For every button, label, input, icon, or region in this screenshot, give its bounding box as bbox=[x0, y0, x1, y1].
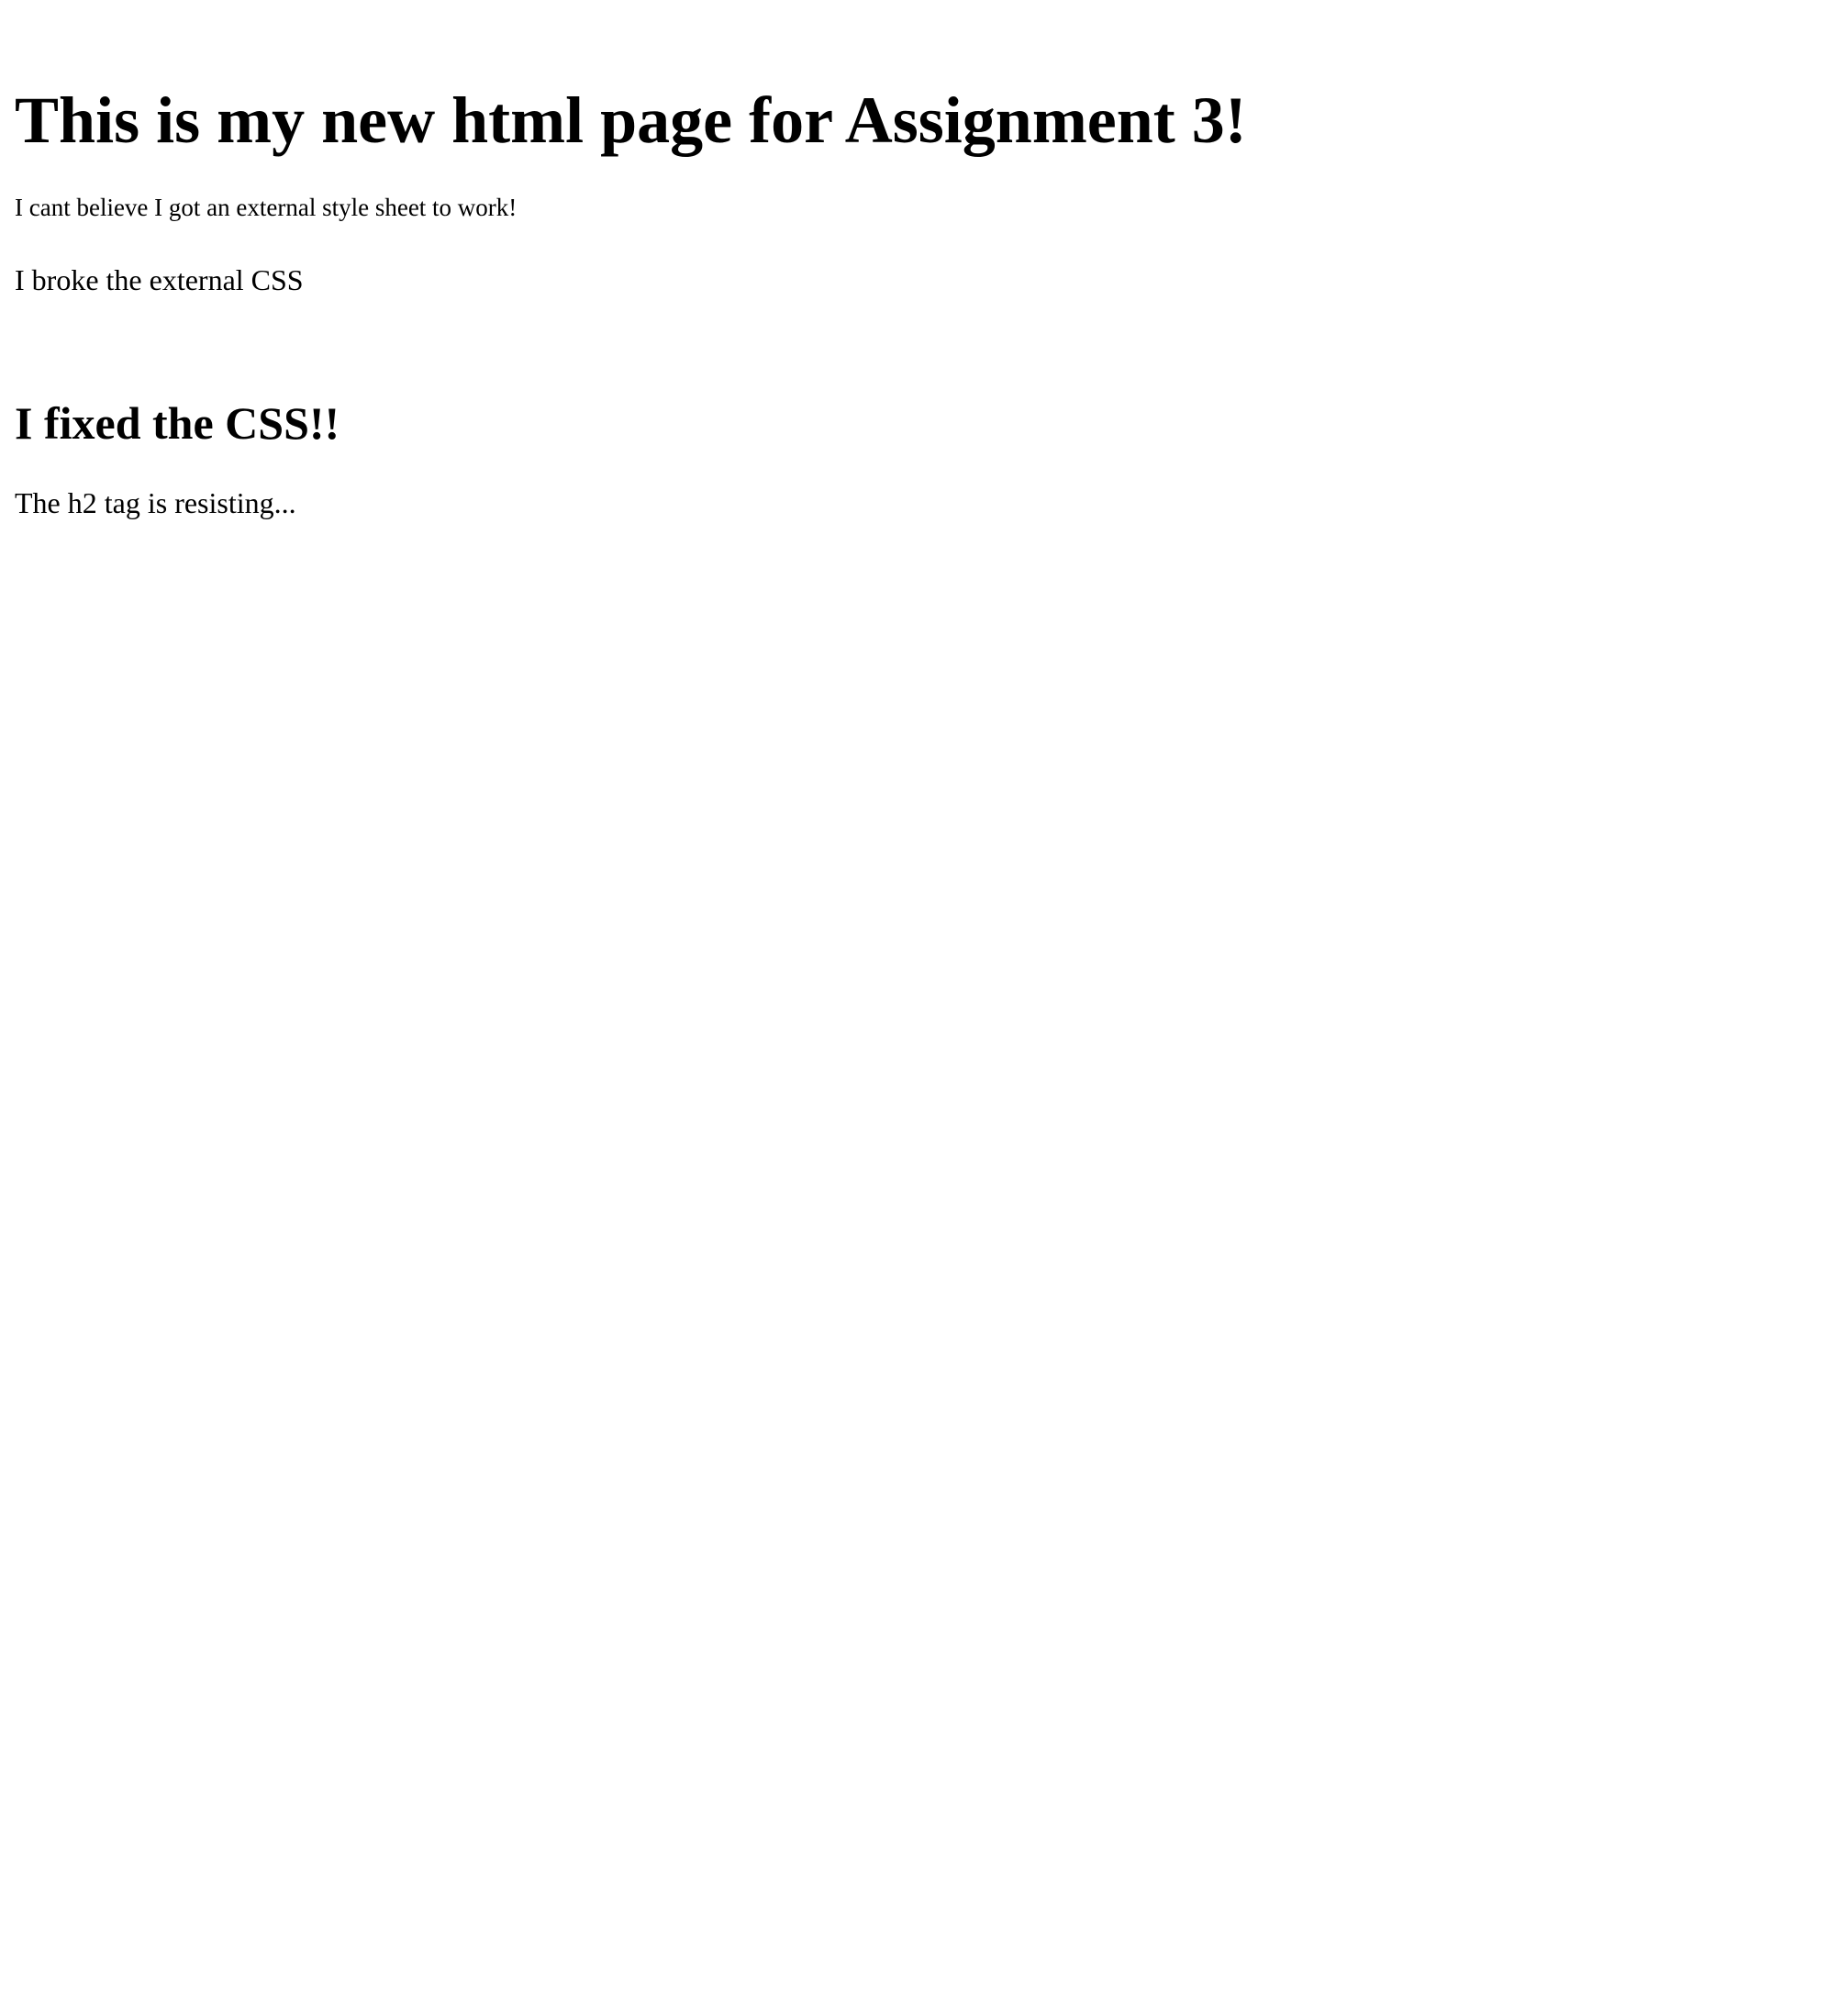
intro-paragraph: I cant believe I got an external style s… bbox=[15, 194, 518, 221]
fixed-css-heading: I fixed the CSS!! bbox=[15, 397, 340, 449]
h2-resisting-paragraph: The h2 tag is resisting... bbox=[15, 486, 296, 519]
page-title: This is my new html page for Assignment … bbox=[15, 84, 1247, 157]
broke-css-paragraph: I broke the external CSS bbox=[15, 263, 304, 296]
